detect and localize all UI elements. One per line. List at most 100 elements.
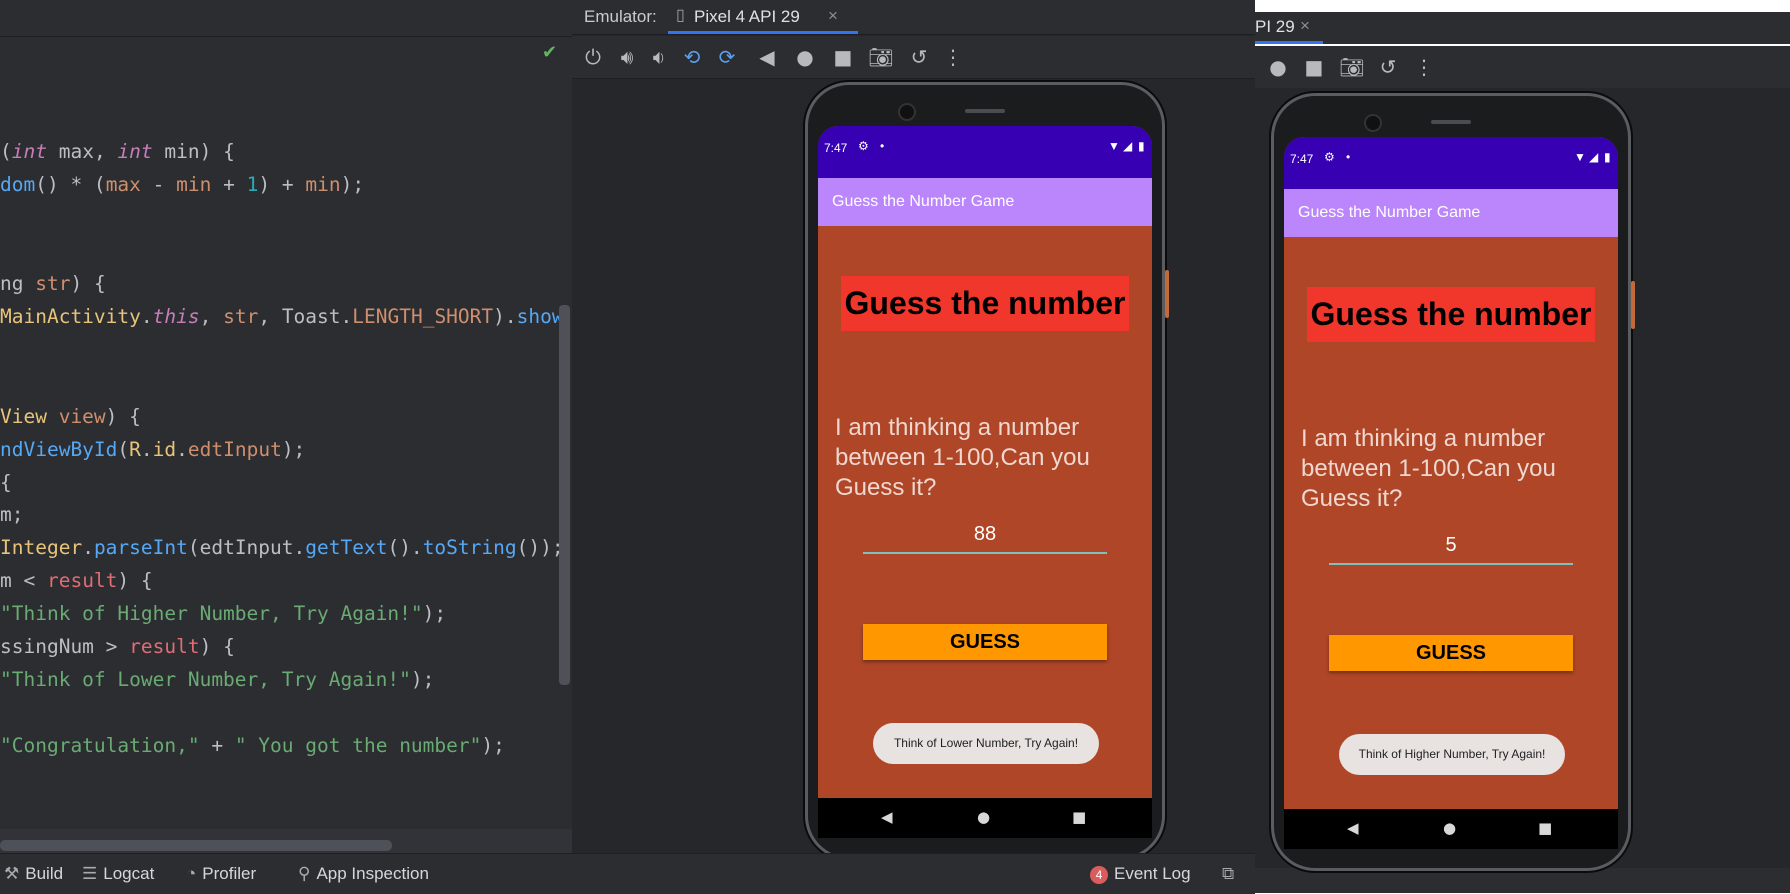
code-line[interactable]: MainActivity.this, str, Toast.LENGTH_SHO… bbox=[0, 305, 564, 329]
nav-back-icon[interactable]: ◀ bbox=[881, 808, 893, 826]
overview-icon[interactable]: ■ bbox=[830, 44, 856, 70]
code-line[interactable]: dom() * (max - min + 1) + min); bbox=[0, 173, 364, 197]
nav-home-icon-2[interactable]: ● bbox=[1443, 819, 1456, 837]
status-bar: 7:47 ⚙ • ▼ ◢ ▮ bbox=[818, 126, 1152, 178]
code-token: this bbox=[152, 305, 200, 328]
volume-up-icon[interactable]: 🔊︎ bbox=[614, 44, 640, 70]
screenshot-icon[interactable]: 📷︎ bbox=[868, 44, 894, 70]
snapshot-icon[interactable]: ↺ bbox=[906, 44, 932, 70]
emulator-toolbar: ⏻ 🔊︎ 🔉︎ ⟲ ⟳ ◀ ● ■ 📷︎ ↺ ⋮ bbox=[572, 36, 1255, 79]
code-token: Toast bbox=[281, 305, 341, 328]
code-line[interactable]: "Think of Lower Number, Try Again!"); bbox=[0, 668, 434, 692]
code-token: 1 bbox=[246, 173, 259, 196]
battery-icon-2: ▮ bbox=[1604, 150, 1611, 164]
device-icon: ▯ bbox=[676, 7, 685, 24]
overview-icon-2[interactable]: ■ bbox=[1301, 54, 1327, 80]
profiler-tool[interactable]: ◔ Profiler bbox=[186, 864, 256, 884]
tab-device-2[interactable]: PI 29 bbox=[1255, 17, 1295, 37]
build-label: Build bbox=[25, 864, 64, 883]
camera-icon-2 bbox=[1364, 114, 1382, 132]
code-line[interactable]: View view) { bbox=[0, 405, 141, 429]
camera-icon bbox=[898, 103, 916, 121]
code-line[interactable]: ssingNum > result) { bbox=[0, 635, 235, 659]
code-token: ); bbox=[422, 602, 447, 625]
event-log-label: Event Log bbox=[1114, 864, 1191, 883]
code-token: "Congratulation," bbox=[0, 734, 200, 757]
code-token: R bbox=[129, 438, 141, 461]
logcat-tool[interactable]: ☰ Logcat bbox=[82, 864, 154, 884]
nav-home-icon[interactable]: ● bbox=[977, 808, 990, 826]
no-problems-check-icon[interactable]: ✔ bbox=[542, 42, 557, 63]
number-input-2[interactable]: 5 bbox=[1329, 533, 1573, 565]
rotate-left-icon[interactable]: ⟲ bbox=[679, 44, 705, 70]
nav-bar: ◀ ● ■ bbox=[818, 798, 1152, 838]
layout-inspector-icon[interactable]: ⧉ bbox=[1222, 864, 1234, 884]
status-time: 7:47 bbox=[824, 141, 848, 155]
tab-close-icon[interactable]: × bbox=[828, 6, 838, 26]
code-token: show bbox=[516, 305, 564, 328]
code-line[interactable]: m < result) { bbox=[0, 569, 153, 593]
speaker bbox=[965, 109, 1005, 113]
code-token: ); bbox=[340, 173, 365, 196]
logcat-label: Logcat bbox=[103, 864, 155, 883]
nav-recents-icon[interactable]: ■ bbox=[1072, 808, 1086, 826]
nav-recents-icon-2[interactable]: ■ bbox=[1538, 819, 1552, 837]
code-token: ndViewById bbox=[0, 438, 118, 461]
back-icon[interactable]: ◀ bbox=[754, 44, 780, 70]
code-token: () * ( bbox=[35, 173, 106, 196]
event-log-tool[interactable]: 4 Event Log bbox=[1090, 864, 1191, 884]
code-line[interactable]: ng str) { bbox=[0, 272, 106, 296]
power-icon[interactable]: ⏻ bbox=[580, 44, 606, 70]
editor-vertical-scrollbar[interactable] bbox=[559, 305, 570, 685]
emulator-panel: Emulator: ▯ Pixel 4 API 29 × ⏻ 🔊︎ 🔉︎ ⟲ ⟳… bbox=[572, 0, 1255, 860]
code-token: id bbox=[152, 438, 177, 461]
editor-horizontal-scrollbar[interactable] bbox=[0, 840, 392, 851]
power-side-button-2[interactable] bbox=[1631, 281, 1635, 329]
build-tool[interactable]: ⚒ Build bbox=[4, 864, 63, 884]
guess-button[interactable]: GUESS bbox=[863, 624, 1107, 660]
number-input[interactable]: 88 bbox=[863, 522, 1107, 554]
tab-device[interactable]: Pixel 4 API 29 bbox=[694, 7, 800, 27]
battery-icon: ▮ bbox=[1138, 139, 1145, 153]
home-icon[interactable]: ● bbox=[792, 44, 818, 70]
code-token: ( bbox=[117, 438, 130, 461]
guess-button-2[interactable]: GUESS bbox=[1329, 635, 1573, 671]
code-token: m < bbox=[0, 569, 47, 592]
more-icon[interactable]: ⋮ bbox=[940, 44, 966, 70]
code-token: ()); bbox=[516, 536, 564, 559]
phone-frame-2: 7:47 ⚙ • ▼ ◢ ▮ Guess the Number Game Gue… bbox=[1271, 93, 1635, 871]
code-token: str bbox=[35, 272, 71, 295]
code-line[interactable]: "Congratulation," + " You got the number… bbox=[0, 734, 505, 758]
code-line[interactable]: Integer.parseInt(edtInput.getText().toSt… bbox=[0, 536, 564, 560]
code-editor[interactable]: ✔ (int max, int min) { dom() * (max - min… bbox=[0, 0, 572, 853]
more-icon-2[interactable]: ⋮ bbox=[1411, 54, 1437, 80]
toast-message: Think of Lower Number, Try Again! bbox=[873, 723, 1099, 764]
code-line[interactable]: ndViewById(R.id.edtInput); bbox=[0, 438, 305, 462]
app-inspection-tool[interactable]: ⚲ App Inspection bbox=[298, 864, 429, 884]
phone-screen-2: 7:47 ⚙ • ▼ ◢ ▮ Guess the Number Game Gue… bbox=[1284, 137, 1618, 809]
code-token: , bbox=[258, 305, 282, 328]
home-icon-2[interactable]: ● bbox=[1265, 54, 1291, 80]
code-token: "Think of Lower Number, Try Again!" bbox=[0, 668, 411, 691]
tab-close-icon-2[interactable]: × bbox=[1300, 16, 1310, 36]
prompt-text: I am thinking a number between 1-100,Can… bbox=[835, 414, 1090, 501]
code-token: parseInt bbox=[93, 536, 188, 559]
power-side-button[interactable] bbox=[1165, 270, 1169, 318]
emulator2-toolbar: ● ■ 📷︎ ↺ ⋮ bbox=[1255, 46, 1790, 89]
emulator-tab-bar: Emulator: ▯ Pixel 4 API 29 × bbox=[572, 0, 1255, 35]
code-line[interactable]: (int max, int min) { bbox=[0, 140, 235, 164]
emulator-panel-2: PI 29 × ● ■ 📷︎ ↺ ⋮ 7:47 ⚙ • ▼ ◢ ▮ Guess … bbox=[1255, 0, 1790, 893]
rotate-right-icon[interactable]: ⟳ bbox=[714, 44, 740, 70]
settings-icon-2: ⚙ bbox=[1324, 150, 1335, 164]
screenshot-icon-2[interactable]: 📷︎ bbox=[1339, 54, 1365, 80]
nav-back-icon-2[interactable]: ◀ bbox=[1347, 819, 1359, 837]
snapshot-icon-2[interactable]: ↺ bbox=[1375, 54, 1401, 80]
code-token: ); bbox=[281, 438, 306, 461]
code-line[interactable]: { bbox=[0, 471, 12, 495]
code-token: (). bbox=[387, 536, 423, 559]
code-token: ng bbox=[0, 272, 36, 295]
code-line[interactable]: "Think of Higher Number, Try Again!"); bbox=[0, 602, 446, 626]
code-line[interactable]: m; bbox=[0, 503, 23, 527]
volume-down-icon[interactable]: 🔉︎ bbox=[646, 44, 672, 70]
wifi-icon-2: ▼ bbox=[1574, 150, 1586, 164]
